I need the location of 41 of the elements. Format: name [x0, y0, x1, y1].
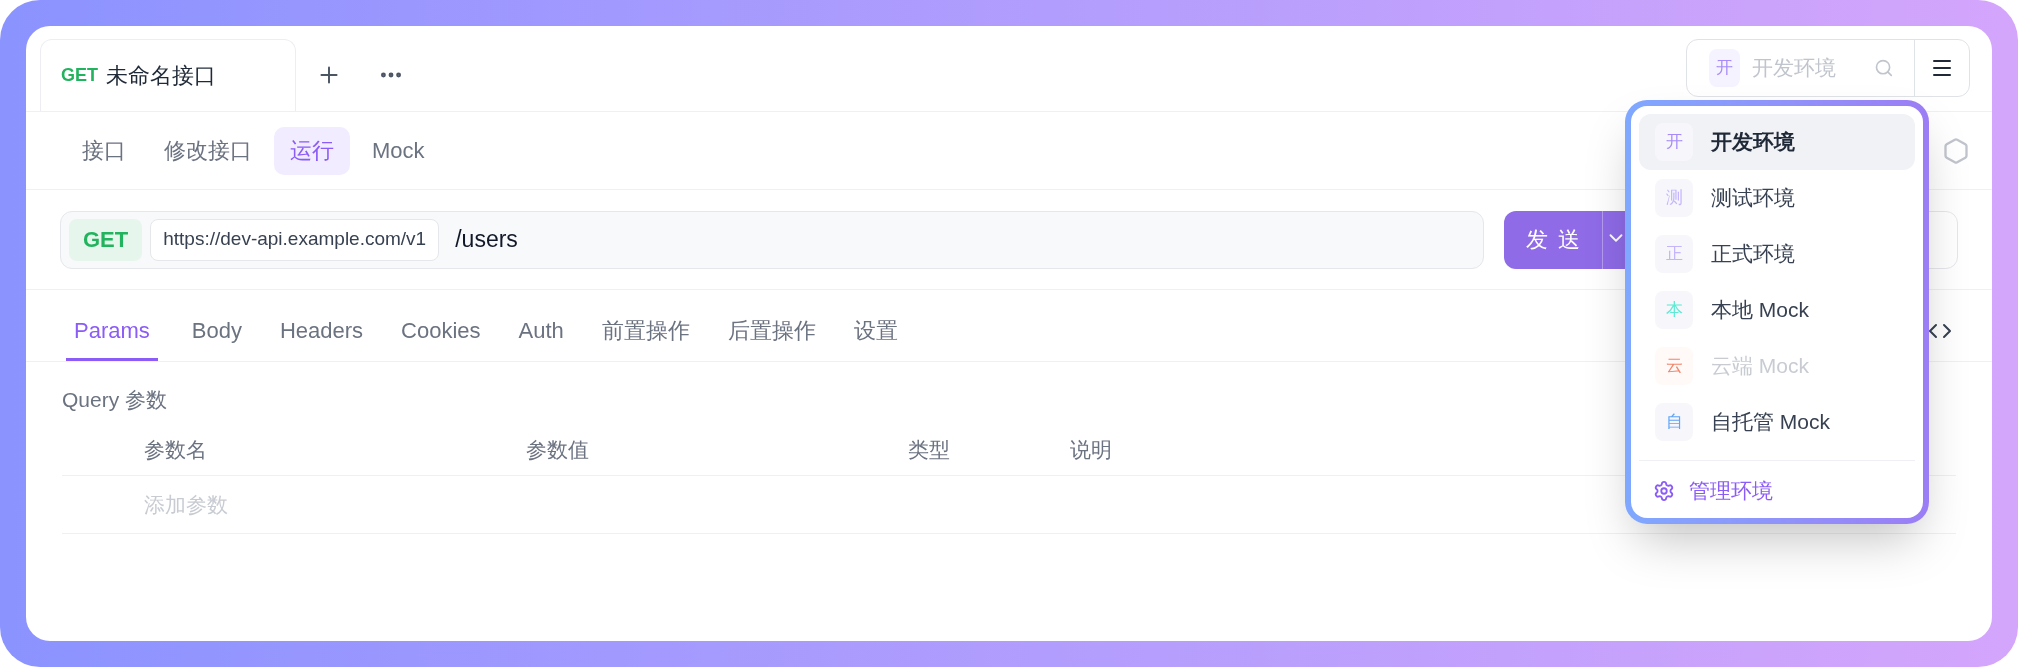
method-label: GET [61, 64, 98, 87]
sub-tab[interactable]: Mock [356, 126, 441, 175]
manage-link[interactable]: 管理环境 [1689, 474, 1773, 507]
param-tab[interactable]: Cookies [397, 303, 485, 361]
base-url: https://dev-api.example.com/v1 [150, 218, 440, 261]
param-tab[interactable]: Auth [514, 303, 568, 361]
environment-item[interactable]: 本 本地 Mock [1639, 282, 1915, 338]
environment-name: 开发环境 [1711, 129, 1795, 156]
environment-item[interactable]: 自 自托管 Mock [1639, 394, 1915, 450]
environment-badge: 测 [1655, 179, 1693, 217]
send-label: 发送 [1504, 210, 1603, 269]
param-tab[interactable]: 设置 [849, 303, 902, 361]
path-text: /users [455, 225, 518, 255]
section-title: Query 参数 [62, 387, 168, 413]
environment-badge: 自 [1655, 403, 1693, 441]
environment-item[interactable]: 开 开发环境 [1639, 114, 1915, 170]
param-tab[interactable]: 前置操作 [597, 303, 694, 361]
environment-name: 测试环境 [1711, 185, 1795, 212]
environment-badge: 开 [1655, 123, 1693, 161]
environment-name: 正式环境 [1711, 241, 1795, 268]
sub-tab[interactable]: 修改接口 [148, 126, 268, 175]
url-field[interactable]: GET https://dev-api.example.com/v1 /users [60, 210, 1484, 269]
param-tab[interactable]: Params [66, 303, 158, 361]
environment-badge: 本 [1655, 291, 1693, 329]
environment-badge: 开 [1709, 49, 1741, 87]
column-header: 类型 [908, 436, 951, 463]
environment-name: 本地 Mock [1711, 297, 1809, 324]
column-header: 参数名 [144, 436, 208, 463]
param-tab[interactable]: Headers [275, 303, 368, 361]
sub-tab[interactable]: 运行 [274, 126, 350, 175]
tab-title: 未命名接口 [106, 62, 216, 90]
column-header: 参数值 [526, 436, 590, 463]
sub-tab[interactable]: 接口 [66, 126, 142, 175]
environment-badge: 云 [1655, 347, 1693, 385]
environment-name: 自托管 Mock [1711, 409, 1830, 436]
environment-input[interactable]: 开发环境 [1752, 52, 1863, 84]
environment-badge: 正 [1655, 235, 1693, 273]
request-tab[interactable]: GET 未命名接口 [40, 39, 296, 111]
param-tab[interactable]: 后置操作 [723, 303, 820, 361]
param-tab[interactable]: Body [187, 303, 246, 361]
column-header: 说明 [1070, 436, 1112, 463]
